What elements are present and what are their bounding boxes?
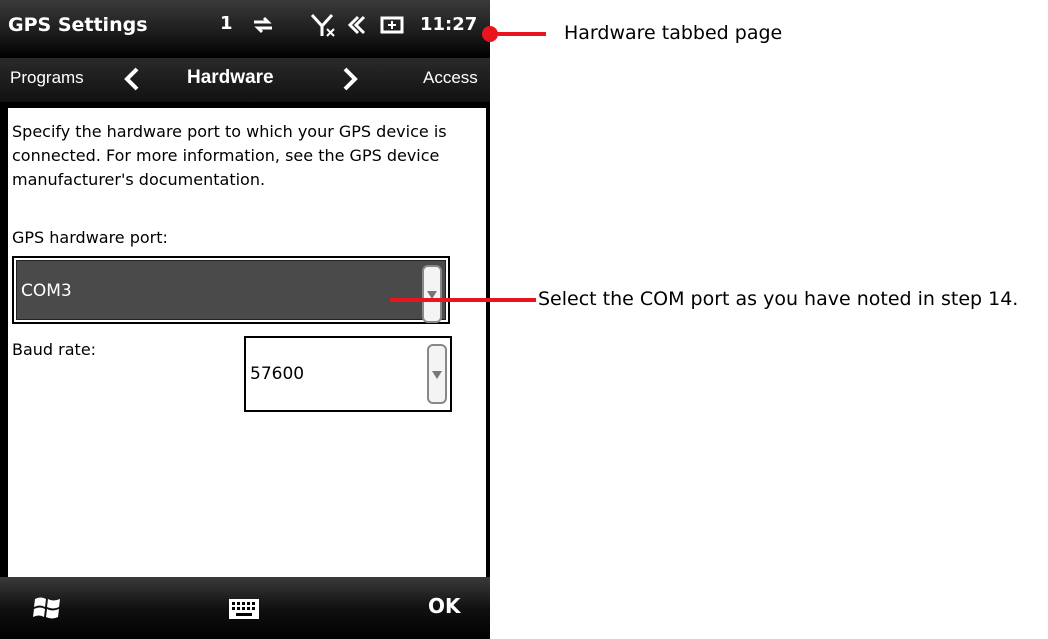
- tab-bar: Programs Hardware Access: [0, 58, 490, 102]
- gps-port-value: COM3: [21, 281, 72, 301]
- description-text: Specify the hardware port to which your …: [12, 122, 447, 189]
- no-signal-icon: [310, 13, 335, 37]
- speaker-muted-icon: [347, 15, 366, 35]
- status-bar: GPS Settings 1 11:27: [0, 0, 490, 58]
- chevron-right-icon[interactable]: [338, 66, 362, 92]
- device-screen: GPS Settings 1 11:27 Programs Hardware A…: [0, 0, 490, 639]
- baud-rate-value: 57600: [250, 364, 305, 384]
- tab-access[interactable]: Access: [423, 68, 478, 88]
- data-transfer-icon: [254, 16, 272, 34]
- chevron-left-icon[interactable]: [120, 66, 144, 92]
- gps-port-dropdown[interactable]: COM3: [12, 256, 450, 324]
- clock: 11:27: [420, 14, 478, 35]
- battery-charging-icon: [380, 16, 404, 34]
- tab-programs[interactable]: Programs: [10, 68, 84, 88]
- tab-hardware[interactable]: Hardware: [187, 67, 274, 89]
- dropdown-button[interactable]: [427, 344, 447, 404]
- annotation-com-port: Select the COM port as you have noted in…: [538, 288, 1019, 310]
- ok-button[interactable]: OK: [428, 594, 461, 618]
- annotation-line: [390, 298, 536, 302]
- settings-panel: Specify the hardware port to which your …: [8, 108, 486, 577]
- baud-rate-dropdown[interactable]: 57600: [244, 336, 452, 412]
- app-title: GPS Settings: [8, 14, 148, 36]
- baud-rate-label: Baud rate:: [12, 340, 97, 359]
- signal-count: 1: [220, 13, 233, 34]
- menu-bar: OK: [0, 577, 490, 639]
- annotation-line: [490, 32, 546, 36]
- dropdown-button[interactable]: [422, 265, 442, 323]
- gps-port-label: GPS hardware port:: [12, 228, 168, 247]
- chevron-down-icon: [432, 371, 442, 379]
- annotation-tabbed-page: Hardware tabbed page: [564, 22, 783, 44]
- keyboard-icon[interactable]: [228, 597, 260, 621]
- windows-start-icon[interactable]: [32, 593, 62, 623]
